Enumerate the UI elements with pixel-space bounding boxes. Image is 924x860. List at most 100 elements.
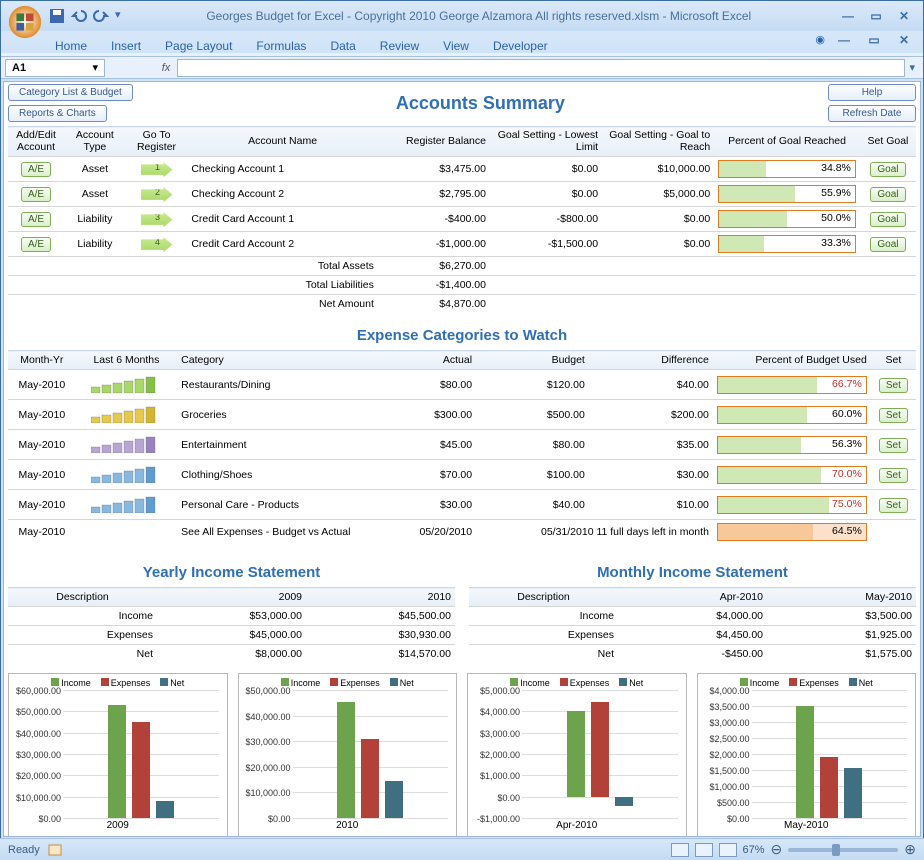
page-layout-view-icon[interactable]: [695, 843, 713, 857]
close-button[interactable]: ✕: [893, 9, 915, 23]
actual-value: $45.00: [375, 430, 477, 460]
income-value: $1,575.00: [767, 645, 916, 664]
ribbon-tab-developer[interactable]: Developer: [493, 39, 548, 53]
actual-value: $70.00: [375, 460, 477, 490]
zoom-slider[interactable]: [788, 848, 898, 852]
percent-goal-cell: 50.0%: [718, 210, 856, 228]
goal-button[interactable]: Goal: [870, 212, 905, 227]
hdr-last6: Last 6 Months: [76, 351, 178, 370]
chart-bar: [108, 705, 126, 818]
set-button[interactable]: Set: [879, 498, 908, 513]
maximize-button[interactable]: ▭: [865, 9, 887, 23]
goal-button[interactable]: Goal: [870, 162, 905, 177]
chart-plot: $0.00$10,000.00$20,000.00$30,000.00$40,0…: [63, 690, 219, 818]
add-edit-button[interactable]: A/E: [21, 187, 51, 202]
goto-register-arrow-icon[interactable]: 1: [141, 162, 173, 177]
reports-charts-button[interactable]: Reports & Charts: [8, 105, 107, 122]
ribbon-tab-insert[interactable]: Insert: [111, 39, 141, 53]
income-value: $45,000.00: [157, 626, 306, 645]
refresh-date-button[interactable]: Refresh Date: [828, 105, 916, 122]
status-bar: Ready 67% ⊖ ⊕: [0, 838, 924, 860]
goal-lowest: $0.00: [490, 182, 602, 207]
ribbon-minimize-icon[interactable]: —: [833, 33, 855, 47]
percent-budget-cell: 56.3%: [717, 436, 867, 454]
ribbon-tab-view[interactable]: View: [443, 39, 469, 53]
hdr-category: Category: [177, 351, 374, 370]
normal-view-icon[interactable]: [671, 843, 689, 857]
expense-footer-row: May-2010 See All Expenses - Budget vs Ac…: [8, 520, 916, 545]
goal-button[interactable]: Goal: [870, 187, 905, 202]
budget-value: $500.00: [476, 400, 589, 430]
hdr-goal-reach: Goal Setting - Goal to Reach: [602, 127, 714, 157]
ribbon-tab-home[interactable]: Home: [55, 39, 87, 53]
goto-register-arrow-icon[interactable]: 2: [141, 187, 173, 202]
redo-icon[interactable]: [93, 8, 109, 24]
chart-bar: [591, 702, 609, 797]
category-name: Clothing/Shoes: [177, 460, 374, 490]
help-button[interactable]: Help: [828, 84, 916, 101]
zoom-level[interactable]: 67%: [743, 844, 765, 856]
percent-month-cell: 64.5%: [717, 523, 867, 541]
undo-icon[interactable]: [71, 8, 87, 24]
office-orb[interactable]: [5, 3, 45, 41]
zoom-in-icon[interactable]: ⊕: [904, 841, 916, 858]
budget-value: $100.00: [476, 460, 589, 490]
actual-value: $30.00: [375, 490, 477, 520]
hdr-diff: Difference: [589, 351, 713, 370]
set-button[interactable]: Set: [879, 438, 908, 453]
name-box-dropdown-icon[interactable]: ▾: [92, 61, 98, 74]
hdr-goal-low: Goal Setting - Lowest Limit: [490, 127, 602, 157]
difference-value: $30.00: [589, 460, 713, 490]
hdr-pct-goal: Percent of Goal Reached: [714, 127, 860, 157]
set-button[interactable]: Set: [879, 408, 908, 423]
save-icon[interactable]: [49, 8, 65, 24]
set-button[interactable]: Set: [879, 378, 908, 393]
income-value: $4,450.00: [618, 626, 767, 645]
income-value: $1,925.00: [767, 626, 916, 645]
ribbon-restore-icon[interactable]: ▭: [863, 33, 885, 47]
today-date: 05/20/2010: [375, 520, 477, 545]
add-edit-button[interactable]: A/E: [21, 237, 51, 252]
total-liab: -$1,400.00: [378, 276, 490, 295]
sparkline-icon: [91, 493, 161, 513]
chart-bar: [820, 757, 838, 819]
hdr-actual: Actual: [375, 351, 477, 370]
income-row-label: Net: [469, 645, 618, 664]
goto-register-arrow-icon[interactable]: 3: [141, 212, 173, 227]
expense-row: May-2010 Entertainment $45.00 $80.00 $35…: [8, 430, 916, 460]
chart-plot: -$1,000.00$0.00$1,000.00$2,000.00$3,000.…: [522, 690, 678, 818]
page-break-view-icon[interactable]: [719, 843, 737, 857]
macro-record-icon[interactable]: [48, 843, 64, 857]
zoom-out-icon[interactable]: ⊖: [771, 841, 783, 858]
name-box[interactable]: A1▾: [5, 59, 105, 77]
yearly-title: Yearly Income Statement: [8, 564, 455, 581]
minimize-button[interactable]: —: [837, 9, 859, 23]
ribbon-tab-page-layout[interactable]: Page Layout: [165, 39, 232, 53]
goto-register-arrow-icon[interactable]: 4: [141, 237, 173, 252]
sparkline-icon: [91, 433, 161, 453]
set-button[interactable]: Set: [879, 468, 908, 483]
account-type: Asset: [64, 182, 126, 207]
account-type: Liability: [64, 232, 126, 257]
account-type: Asset: [64, 157, 126, 182]
goal-button[interactable]: Goal: [870, 237, 905, 252]
ribbon-tab-data[interactable]: Data: [330, 39, 355, 53]
chart-plot: $0.00$500.00$1,000.00$1,500.00$2,000.00$…: [752, 690, 908, 818]
percent-budget-cell: 75.0%: [717, 496, 867, 514]
sparkline-icon: [91, 403, 161, 423]
yearly-income-table: Description20092010Income$53,000.00$45,5…: [8, 587, 455, 663]
fx-icon[interactable]: fx: [155, 62, 177, 74]
category-list-button[interactable]: Category List & Budget: [8, 84, 133, 101]
income-value: $3,500.00: [767, 607, 916, 626]
formula-bar-expand-icon[interactable]: ▾: [905, 61, 919, 74]
chart-bar: [796, 706, 814, 818]
income-value: $30,930.00: [306, 626, 455, 645]
add-edit-button[interactable]: A/E: [21, 212, 51, 227]
ribbon-close-icon[interactable]: ✕: [893, 33, 915, 47]
ribbon-tab-review[interactable]: Review: [380, 39, 419, 53]
chart-bar: [337, 702, 355, 818]
ribbon-tab-formulas[interactable]: Formulas: [256, 39, 306, 53]
formula-bar[interactable]: [177, 59, 905, 77]
help-icon[interactable]: ◉: [815, 33, 825, 47]
add-edit-button[interactable]: A/E: [21, 162, 51, 177]
